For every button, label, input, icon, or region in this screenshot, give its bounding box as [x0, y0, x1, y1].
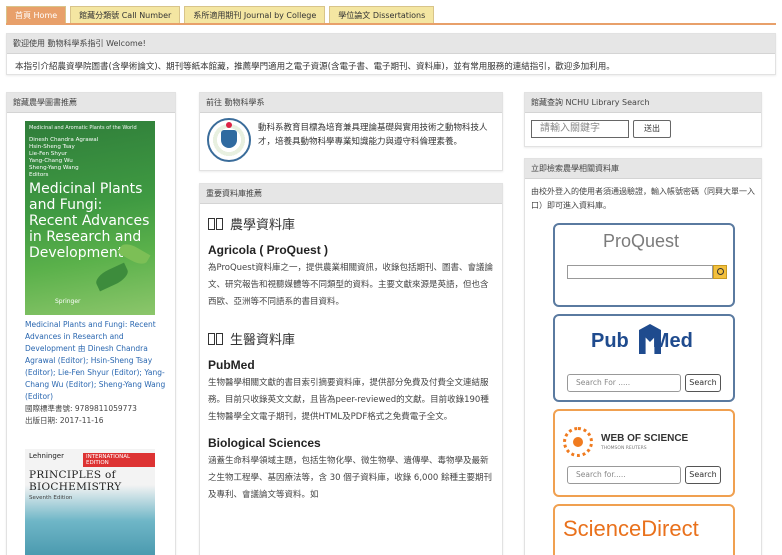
department-heading[interactable]: 前往 動物科學系 — [200, 93, 502, 113]
new-books-heading: 館藏農學圖書推薦 — [7, 93, 175, 113]
thomson-reuters-label: THOMSON REUTERS — [601, 446, 647, 451]
category-biomedical: 生醫資料庫 — [208, 329, 494, 348]
tab-bar: 首頁 Home 館藏分類號 Call Number 系所適用期刊 Journal… — [6, 6, 438, 24]
book-icon — [208, 331, 224, 347]
sciencedirect-logo[interactable]: ScienceDirect — [563, 516, 699, 542]
web-of-science-card: WEB OF SCIENCE THOMSON REUTERS Search fo… — [553, 409, 735, 497]
welcome-heading: 歡迎使用 動物科學系指引 Welcome! — [7, 34, 775, 54]
department-description: 動科系教育目標為培育兼具理論基礎與實用技術之動物科技人才，培養具動物科學專業知識… — [258, 123, 488, 147]
book2-edition-badge: INTERNATIONAL EDITION — [83, 453, 155, 467]
pubmed-search-button[interactable]: Search — [685, 374, 721, 392]
proquest-search-input[interactable] — [567, 265, 713, 279]
search-icon[interactable] — [713, 265, 727, 279]
tab-dissertations[interactable]: 學位論文 Dissertations — [329, 6, 435, 24]
proquest-logo[interactable]: ProQuest — [603, 231, 679, 252]
book2-author: Lehninger — [29, 452, 64, 460]
tab-journal-by-college[interactable]: 系所適用期刊 Journal by College — [184, 6, 326, 24]
wos-search-input[interactable]: Search for..... — [567, 466, 681, 484]
tab-home[interactable]: 首頁 Home — [6, 6, 67, 24]
book-icon — [208, 216, 224, 232]
pubmed-description: 生物醫學相關文獻的書目索引摘要資料庫，提供部分免費及付費全文連結服務。目前只收錄… — [208, 378, 489, 422]
web-of-science-logo[interactable]: WEB OF SCIENCE — [601, 433, 688, 444]
category-agriculture: 農學資料庫 — [208, 214, 494, 233]
welcome-text: 本指引介紹農資學院圖書(含學術論文)、期刊等紙本館藏，推薦學門適用之電子資源(含… — [15, 62, 615, 72]
publisher-label: Springer — [55, 298, 81, 305]
book-date: 出版日期: 2017-11-16 — [25, 416, 104, 425]
agricola-link[interactable]: Agricola ( ProQuest ) — [208, 243, 494, 257]
biological-sciences-link[interactable]: Biological Sciences — [208, 436, 494, 450]
book-isbn: 國際標準書號: 9789811059773 — [25, 404, 137, 413]
resources-heading: 重要資料庫推薦 — [200, 184, 502, 204]
pubmed-link[interactable]: PubMed — [208, 358, 494, 372]
database-search-heading: 立即檢索農學相關資料庫 — [525, 159, 761, 179]
proquest-card: ProQuest — [553, 223, 735, 307]
leaf-decoration — [93, 262, 131, 292]
wos-search-button[interactable]: Search — [685, 466, 721, 484]
pubmed-card: Pub Med Search For ..... Search — [553, 314, 735, 402]
tab-call-number[interactable]: 館藏分類號 Call Number — [70, 6, 181, 24]
department-logo-icon[interactable] — [207, 118, 251, 162]
category-title: 農學資料庫 — [230, 218, 296, 233]
new-books-panel: 館藏農學圖書推薦 Medicinal and Aromatic Plants o… — [6, 92, 176, 555]
welcome-panel: 歡迎使用 動物科學系指引 Welcome! 本指引介紹農資學院圖書(含學術論文)… — [6, 33, 776, 75]
web-of-science-logo-icon — [563, 427, 593, 457]
resources-panel: 重要資料庫推薦 農學資料庫 Agricola ( ProQuest ) 為Pro… — [199, 183, 503, 555]
book2-title: PRINCIPLES of BIOCHEMISTRY — [29, 469, 122, 493]
database-search-panel: 立即檢索農學相關資料庫 由校外登入的使用者須通過驗證，輸入帳號密碼（同興大單一入… — [524, 158, 762, 555]
book2-subtitle: Seventh Edition — [29, 495, 73, 501]
biological-sciences-description: 涵蓋生命科學領域主題，包括生物化學、微生物學、遺傳學、毒物學及最新之生物工程學、… — [208, 456, 492, 500]
category-title: 生醫資料庫 — [230, 333, 296, 348]
library-search-submit-button[interactable]: 送出 — [633, 120, 671, 138]
off-campus-note: 由校外登入的使用者須通過驗證，輸入帳號密碼（同興大單一入口）即可進入資料庫。 — [531, 187, 755, 210]
book-cover-medicinal-plants[interactable]: Medicinal and Aromatic Plants of the Wor… — [25, 121, 155, 315]
book-link[interactable]: Medicinal Plants and Fungi: Recent Advan… — [25, 319, 171, 403]
library-search-panel: 館藏查詢 NCHU Library Search 請輸入關鍵字 送出 — [524, 92, 762, 147]
agricola-description: 為ProQuest資料庫之一，提供農業相關資訊，收錄包括期刊、圖書、會議論文、研… — [208, 263, 494, 307]
sciencedirect-card: ScienceDirect — [553, 504, 735, 555]
tab-underline — [6, 23, 776, 25]
book-authors: Dinesh Chandra Agrawal Hsin-Sheng Tsay L… — [29, 137, 99, 178]
book-meta: Medicinal Plants and Fungi: Recent Advan… — [25, 319, 171, 427]
library-search-input[interactable]: 請輸入關鍵字 — [531, 120, 629, 138]
pubmed-search-input[interactable]: Search For ..... — [567, 374, 681, 392]
department-panel: 前往 動物科學系 動科系教育目標為培育兼具理論基礎與實用技術之動物科技人才，培養… — [199, 92, 503, 171]
book-series: Medicinal and Aromatic Plants of the Wor… — [29, 125, 137, 131]
library-search-heading: 館藏查詢 NCHU Library Search — [525, 93, 761, 113]
book-cover-biochemistry[interactable]: Lehninger INTERNATIONAL EDITION PRINCIPL… — [25, 449, 155, 555]
